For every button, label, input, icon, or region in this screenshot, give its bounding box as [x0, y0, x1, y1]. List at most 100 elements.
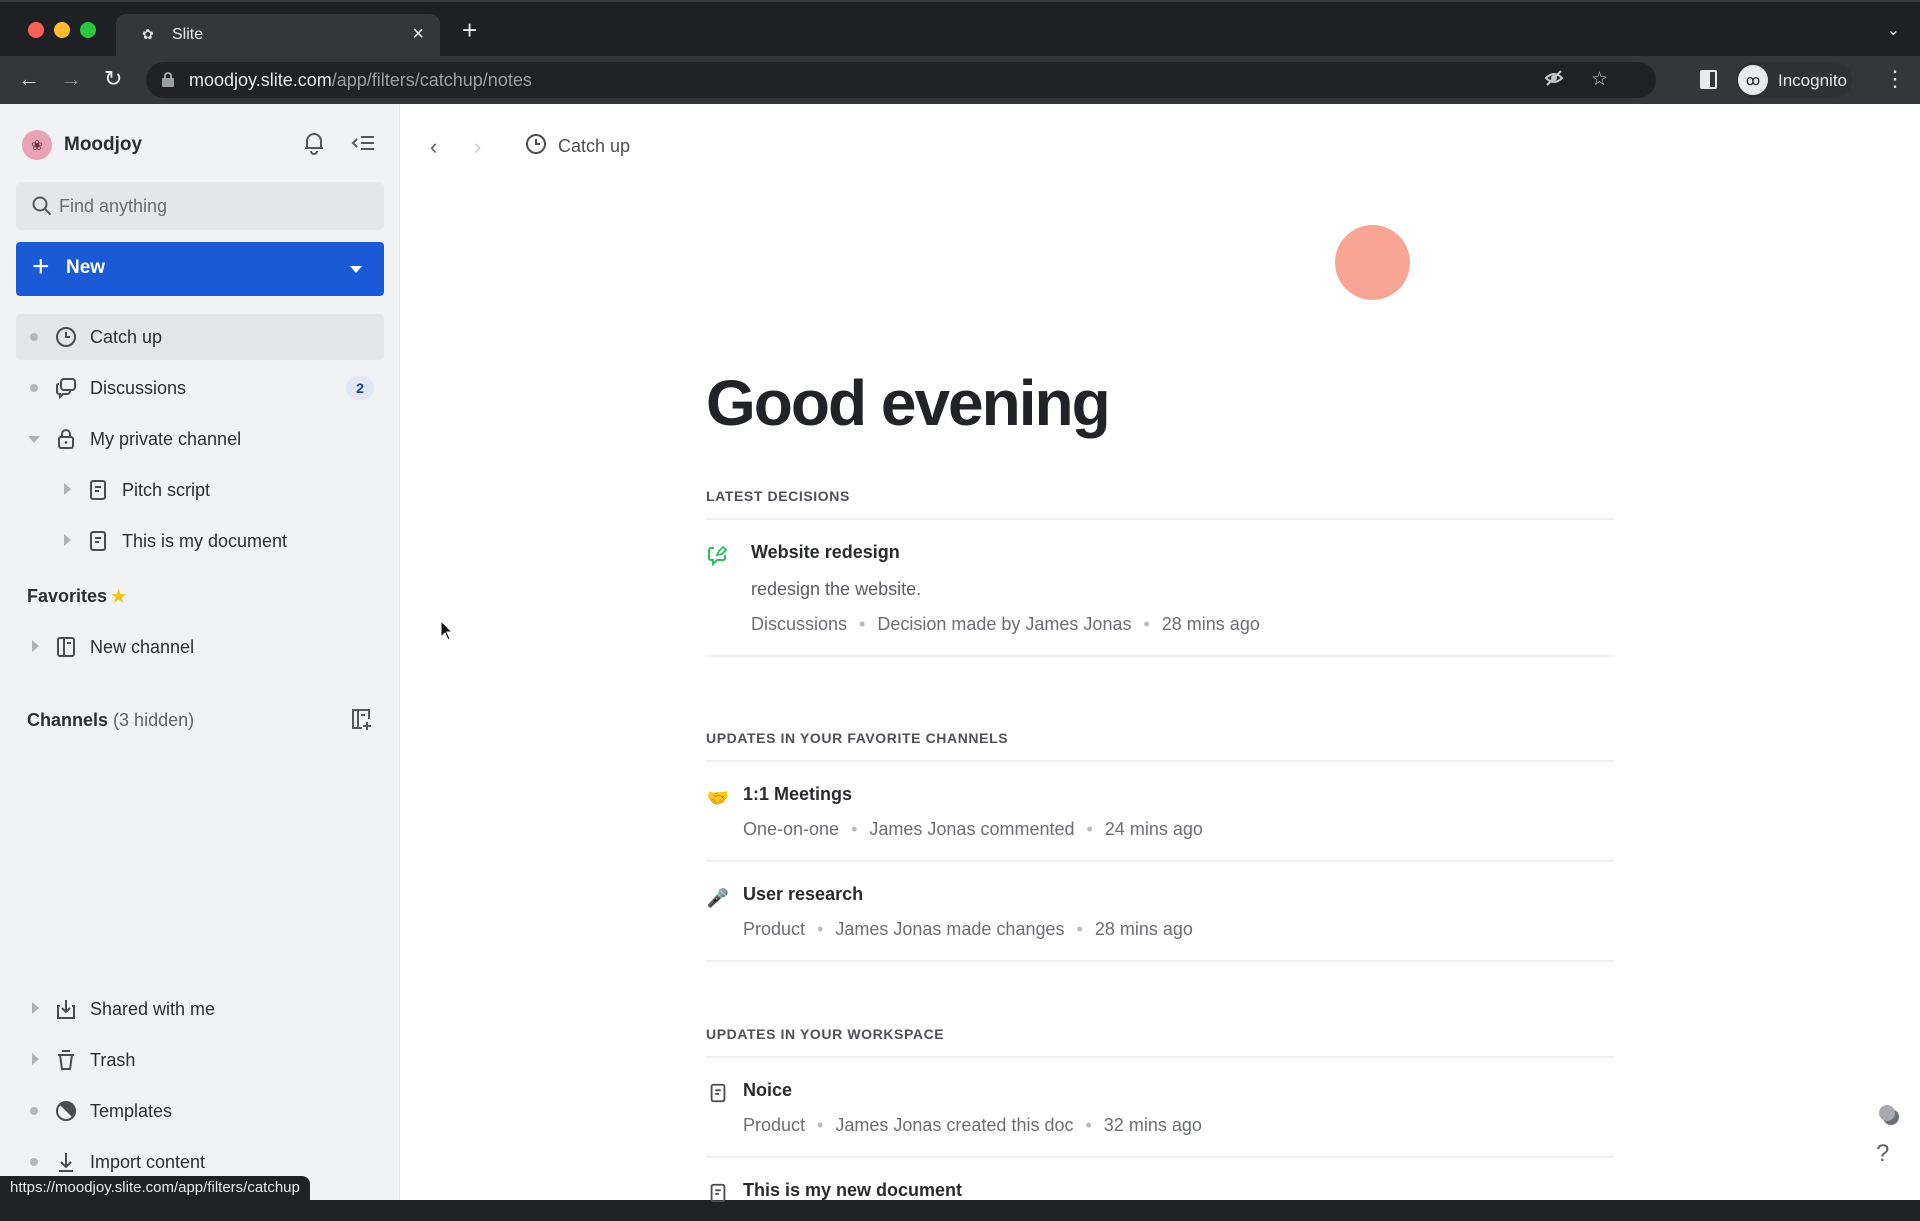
url-text[interactable]: moodjoy.slite.com/app/filters/catchup/no… [189, 70, 532, 91]
handshake-emoji-icon: 🤝 [706, 788, 730, 808]
feed-item[interactable]: 🤝 1:1 Meetings One-on-one • James Jonas co… [706, 762, 1614, 862]
channels-title: Channels [27, 710, 109, 730]
feed-item-title[interactable]: Noice [743, 1080, 1614, 1101]
add-channel-icon[interactable] [350, 708, 372, 732]
sidebar-item-catch-up[interactable]: Catch up [16, 314, 384, 360]
workspace-switcher[interactable]: ❀ Moodjoy [22, 128, 142, 162]
new-button[interactable]: + New [16, 242, 384, 296]
feed-item[interactable]: Noice Product • James Jonas created this d… [706, 1058, 1614, 1158]
separator-dot: • [817, 1115, 824, 1135]
forward-icon[interactable]: › [474, 134, 518, 160]
lock-icon [54, 427, 78, 451]
window-maximize-button[interactable] [80, 22, 96, 38]
channels-heading[interactable]: Channels (3 hidden) [27, 710, 194, 731]
caret-right-icon[interactable] [64, 534, 71, 546]
caret-right-icon[interactable] [64, 483, 71, 495]
clock-icon [54, 325, 78, 349]
back-icon[interactable]: ← [18, 66, 40, 92]
page-navigation: ‹ › Catch up [430, 132, 630, 161]
feed-item-time: 24 mins ago [1104, 819, 1203, 839]
section-title: Latest decisions [706, 488, 1614, 520]
feed-item[interactable]: This is my new document [706, 1158, 1614, 1221]
slite-app: ❀ Moodjoy Find anything + New Catch up D… [0, 104, 1920, 1203]
collapse-sidebar-icon[interactable] [350, 130, 376, 156]
feed-item[interactable]: Website redesign redesign the website. D… [706, 520, 1614, 657]
separator-dot: • [1143, 614, 1150, 634]
more-icon[interactable]: ⋮ [1884, 66, 1906, 92]
feed-item-title[interactable]: User research [743, 884, 1614, 905]
sidebar-item-label: Trash [90, 1050, 136, 1070]
sidebar-item-discussions[interactable]: Discussions 2 [16, 365, 384, 411]
favorites-heading: Favorites ★ [27, 586, 126, 607]
workspace-logo-icon: ❀ [22, 130, 52, 160]
window-close-button[interactable] [28, 22, 44, 38]
sidebar-item-templates[interactable]: Templates [16, 1088, 384, 1134]
incognito-icon: ꝏ [1738, 65, 1768, 95]
sidebar-item-trash[interactable]: Trash [16, 1037, 384, 1083]
new-button-label: New [66, 257, 106, 278]
caret-right-icon[interactable] [32, 1053, 39, 1065]
sidebar-item-shared-with-me[interactable]: Shared with me [16, 986, 384, 1032]
feed-item-channel[interactable]: One-on-one [743, 819, 839, 839]
caret-right-icon[interactable] [32, 1002, 39, 1014]
feed-item-meta: One-on-one • James Jonas commented • 24 mins… [743, 819, 1614, 840]
search-input[interactable]: Find anything [16, 182, 384, 230]
sidebar-item-my-private-channel[interactable]: My private channel [16, 416, 384, 462]
microphone-emoji-icon: 🎤 [706, 888, 730, 908]
help-button[interactable]: ? [1876, 1140, 1889, 1168]
feed-item-meta: Product • James Jonas made changes • 28 mins… [743, 919, 1614, 940]
side-panel-icon[interactable] [1700, 70, 1717, 89]
sidebar-item-label: This is my document [122, 531, 288, 551]
feed-item-title[interactable]: Website redesign [751, 542, 1614, 563]
back-icon[interactable]: ‹ [430, 134, 474, 160]
browser-window: ✿ Slite × + ⌄ ← → ↻ moodjoy.slite.com/ap… [0, 0, 1920, 1203]
feed-item-channel[interactable]: Product [743, 1115, 805, 1135]
window-minimize-button[interactable] [54, 22, 70, 38]
feed-item-title[interactable]: 1:1 Meetings [743, 784, 1614, 805]
chat-widget-icon[interactable] [1878, 1104, 1900, 1126]
favorites-title: Favorites [27, 586, 108, 606]
channels-hidden-count: (3 hidden) [113, 710, 195, 730]
star-icon[interactable]: ☆ [1591, 68, 1608, 91]
mouse-cursor-icon [440, 619, 454, 642]
plus-icon: + [32, 250, 50, 283]
address-bar[interactable]: moodjoy.slite.com/app/filters/catchup/no… [146, 62, 1656, 98]
tab-title: Slite [172, 26, 204, 43]
sidebar-item-new-channel[interactable]: New channel [16, 624, 384, 670]
browser-tab[interactable]: ✿ Slite × [116, 14, 440, 58]
lock-icon[interactable] [162, 72, 174, 87]
sidebar-item-label: Templates [90, 1101, 173, 1121]
star-icon: ★ [111, 587, 127, 606]
page-title: Good evening [706, 367, 1111, 439]
sidebar-item-pitch-script[interactable]: Pitch script [16, 467, 384, 513]
workspace-updates-section: Updates in your workspace Noice Product •… [706, 1026, 1614, 1221]
incognito-profile-button[interactable]: ꝏ Incognito [1736, 62, 1852, 98]
bullet-icon [30, 333, 38, 341]
feed-item[interactable]: 🎤 User research Product • James Jonas made… [706, 862, 1614, 962]
decision-icon [706, 544, 730, 568]
forward-icon[interactable]: → [60, 66, 82, 92]
browser-toolbar: ← → ↻ moodjoy.slite.com/app/filters/catc… [0, 56, 1920, 104]
plus-icon[interactable]: + [462, 17, 477, 43]
feed-item-channel[interactable]: Product [743, 919, 805, 939]
sidebar-item-label: Pitch script [122, 480, 211, 500]
caret-right-icon[interactable] [32, 640, 39, 652]
caret-down-icon[interactable] [28, 436, 40, 443]
feed-item-meta: Product • James Jonas created this doc • 32 … [743, 1115, 1614, 1136]
breadcrumb[interactable]: Catch up [524, 132, 630, 161]
feed-item-channel[interactable]: Discussions [751, 614, 847, 634]
sidebar-item-label: My private channel [90, 429, 242, 449]
sidebar-item-this-is-my-document[interactable]: This is my document [16, 518, 384, 564]
link-preview-status-bar: https://moodjoy.slite.com/app/filters/ca… [0, 1176, 310, 1200]
reload-icon[interactable]: ↻ [104, 66, 122, 92]
eye-off-icon[interactable] [1544, 68, 1564, 94]
chevron-down-icon[interactable]: ⌄ [1887, 20, 1900, 40]
breadcrumb-label: Catch up [558, 136, 631, 156]
feed-item-title[interactable]: This is my new document [743, 1180, 1614, 1201]
sidebar-item-label: New channel [90, 637, 195, 657]
close-icon[interactable]: × [412, 23, 424, 46]
bell-icon[interactable] [302, 130, 326, 156]
caret-down-icon[interactable] [350, 266, 362, 273]
user-avatar[interactable] [1335, 225, 1410, 300]
feed-item-action: Decision made by James Jonas [877, 614, 1132, 634]
